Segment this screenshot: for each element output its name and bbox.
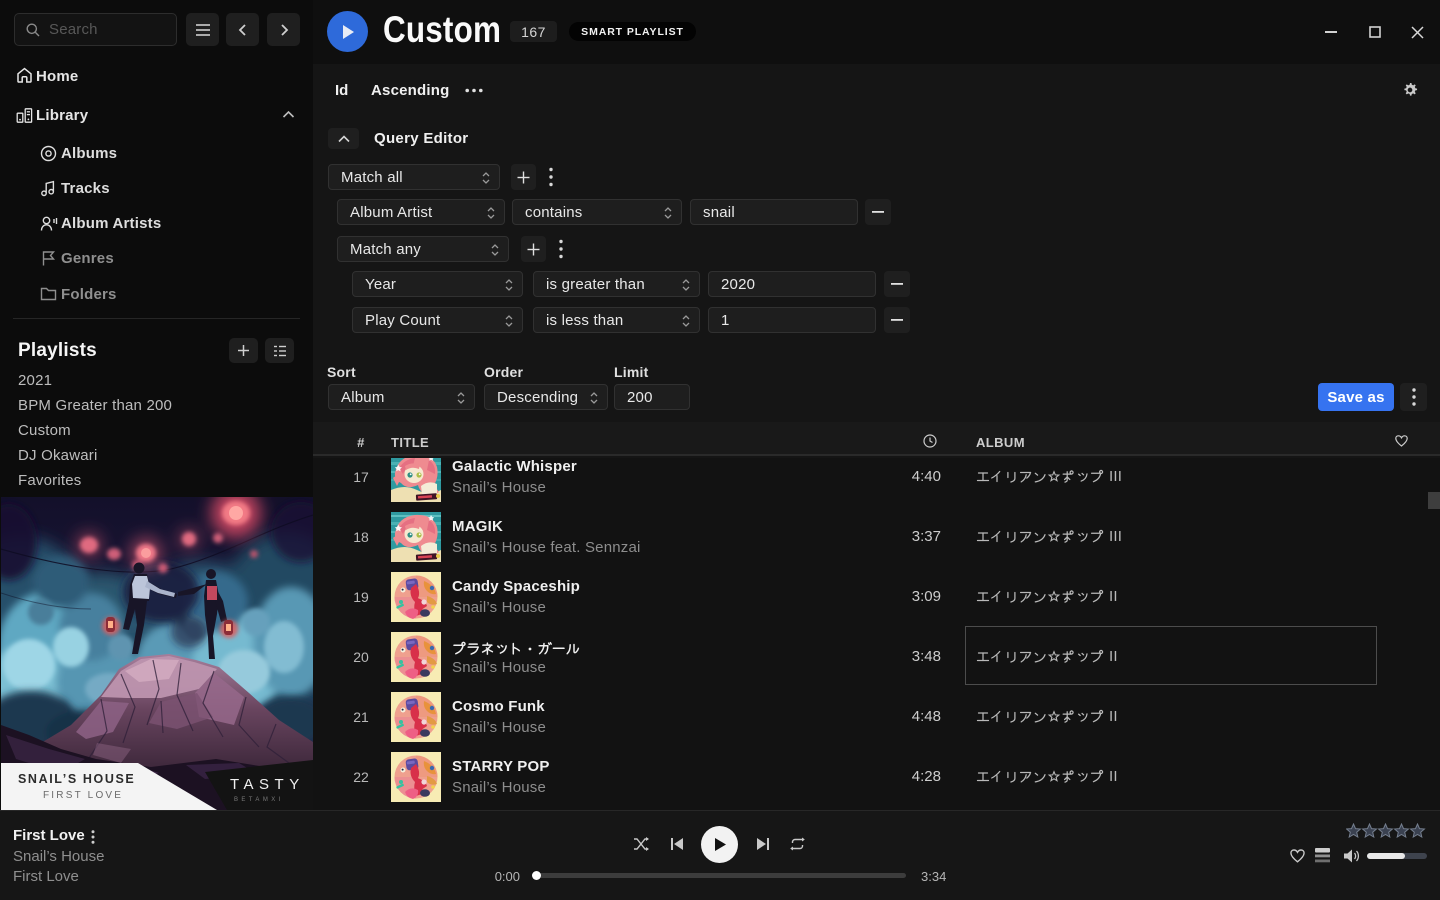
svg-text:BETAMXI: BETAMXI	[234, 797, 284, 803]
svg-text:TASTY: TASTY	[230, 776, 305, 793]
svg-text:SNAIL’S HOUSE: SNAIL’S HOUSE	[18, 772, 135, 786]
svg-text:FIRST LOVE: FIRST LOVE	[43, 790, 123, 801]
